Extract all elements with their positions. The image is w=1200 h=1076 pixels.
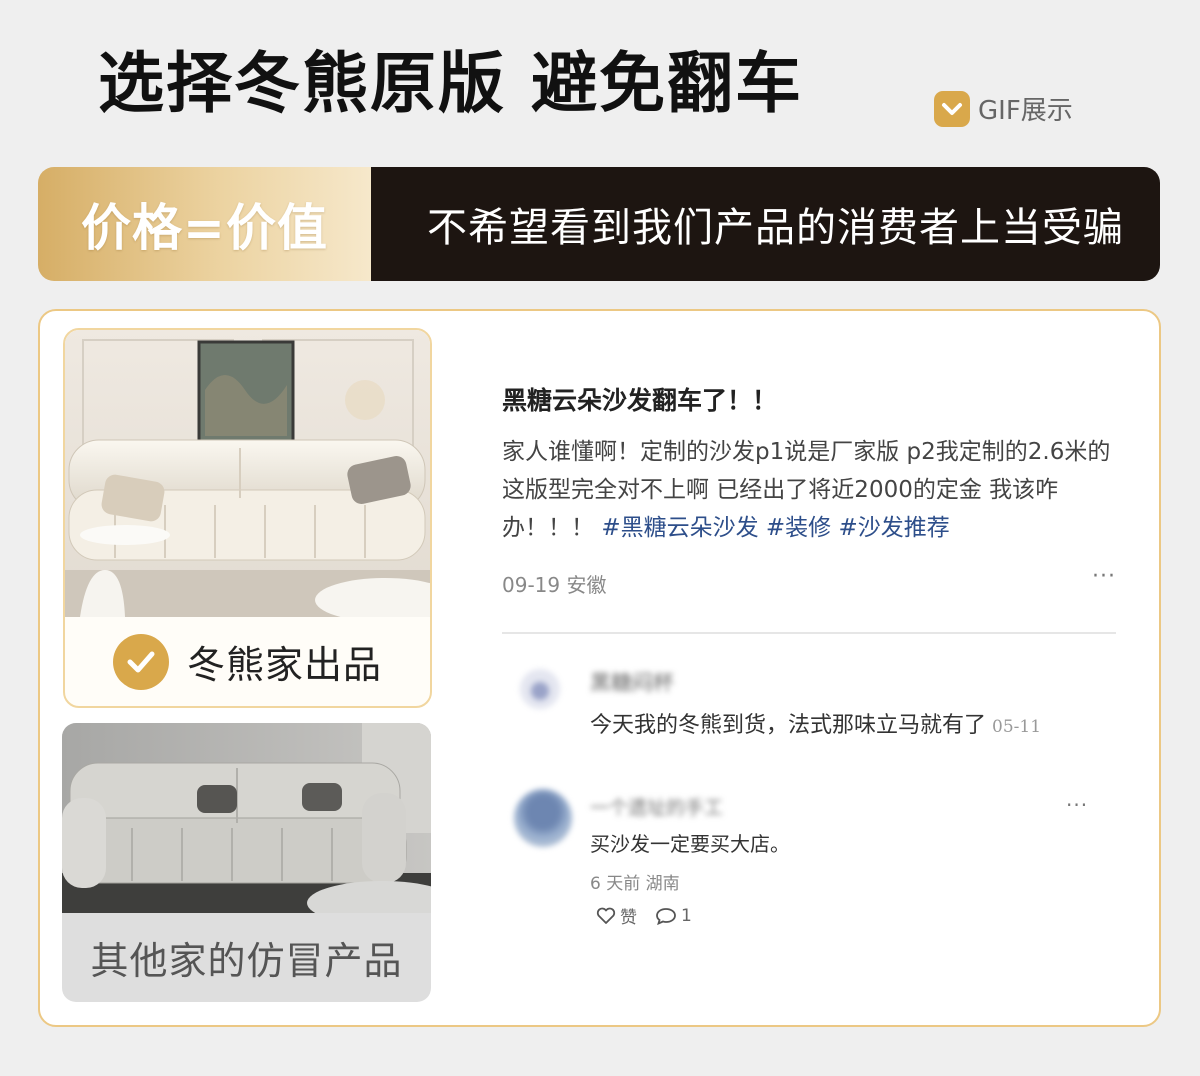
heart-icon — [596, 907, 616, 924]
chevron-down-icon — [934, 90, 970, 127]
comment-bubble-icon — [656, 907, 676, 925]
divider — [502, 632, 1116, 634]
post-tag[interactable]: #黑糖云朵沙发 — [601, 515, 758, 541]
avatar[interactable] — [520, 669, 560, 709]
reply-count: 1 — [681, 905, 692, 926]
original-sofa-photo — [65, 330, 430, 617]
comment-meta: 6 天前 湖南 — [590, 874, 680, 894]
original-product-panel: 冬熊家出品 — [63, 328, 432, 708]
banner-left: 价格=价值 — [38, 167, 371, 281]
post-tag[interactable]: #沙发推荐 — [839, 515, 950, 541]
post-tag[interactable]: #装修 — [766, 515, 831, 541]
gif-label: GIF展示 — [978, 96, 1073, 126]
more-options-icon[interactable]: ··· — [1092, 564, 1116, 589]
post-meta: 09-19 安徽 — [502, 573, 607, 597]
comment-date: 05-11 — [992, 717, 1042, 737]
check-icon — [112, 633, 169, 690]
fake-label: 其他家的仿冒产品 — [90, 939, 403, 983]
comment-author[interactable]: 一个遗址的手工 — [590, 793, 723, 820]
fake-sofa-photo — [62, 723, 431, 913]
like-label: 赞 — [620, 908, 637, 928]
comment-body: 今天我的冬熊到货，法式那味立马就有了 — [590, 713, 987, 738]
social-post: 黑糖云朵沙发翻车了！！ 家人谁懂啊！定制的沙发p1说是厂家版 p2我定制的2.6… — [502, 381, 1122, 597]
original-label: 冬熊家出品 — [186, 643, 382, 687]
banner-left-text: 价格=价值 — [81, 199, 328, 257]
page-title: 选择冬熊原版 避免翻车 — [98, 45, 803, 122]
more-options-icon[interactable]: ··· — [1066, 793, 1088, 817]
like-button[interactable]: 赞 — [596, 903, 637, 928]
original-caption: 冬熊家出品 — [65, 617, 430, 706]
comparison-card: 冬熊家出品 其他家的仿冒产品 黑糖云朵沙发翻车了！！ 家人谁懂啊！定制的沙发p1… — [38, 309, 1161, 1027]
banner-right-text: 不希望看到我们产品的消费者上当受骗 — [427, 205, 1124, 251]
reply-button[interactable]: 1 — [655, 906, 692, 926]
avatar[interactable] — [514, 789, 572, 847]
comment-author[interactable]: 黑糖闷杯 — [590, 667, 674, 697]
fake-caption: 其他家的仿冒产品 — [62, 913, 431, 1002]
comment-actions: 赞 1 — [596, 903, 692, 928]
comment-text: 今天我的冬熊到货，法式那味立马就有了 05-11 — [590, 707, 1041, 739]
gif-indicator: GIF展示 — [934, 90, 1073, 127]
post-title: 黑糖云朵沙发翻车了！！ — [502, 386, 778, 415]
fake-product-panel: 其他家的仿冒产品 — [62, 723, 431, 1002]
post-body: 家人谁懂啊！定制的沙发p1说是厂家版 p2我定制的2.6米的 这版型完全对不上啊… — [502, 433, 1122, 547]
banner-right: 不希望看到我们产品的消费者上当受骗 — [371, 167, 1160, 281]
comment-body: 买沙发一定要买大店。 — [590, 832, 790, 856]
slogan-banner: 价格=价值 不希望看到我们产品的消费者上当受骗 — [38, 167, 1160, 281]
